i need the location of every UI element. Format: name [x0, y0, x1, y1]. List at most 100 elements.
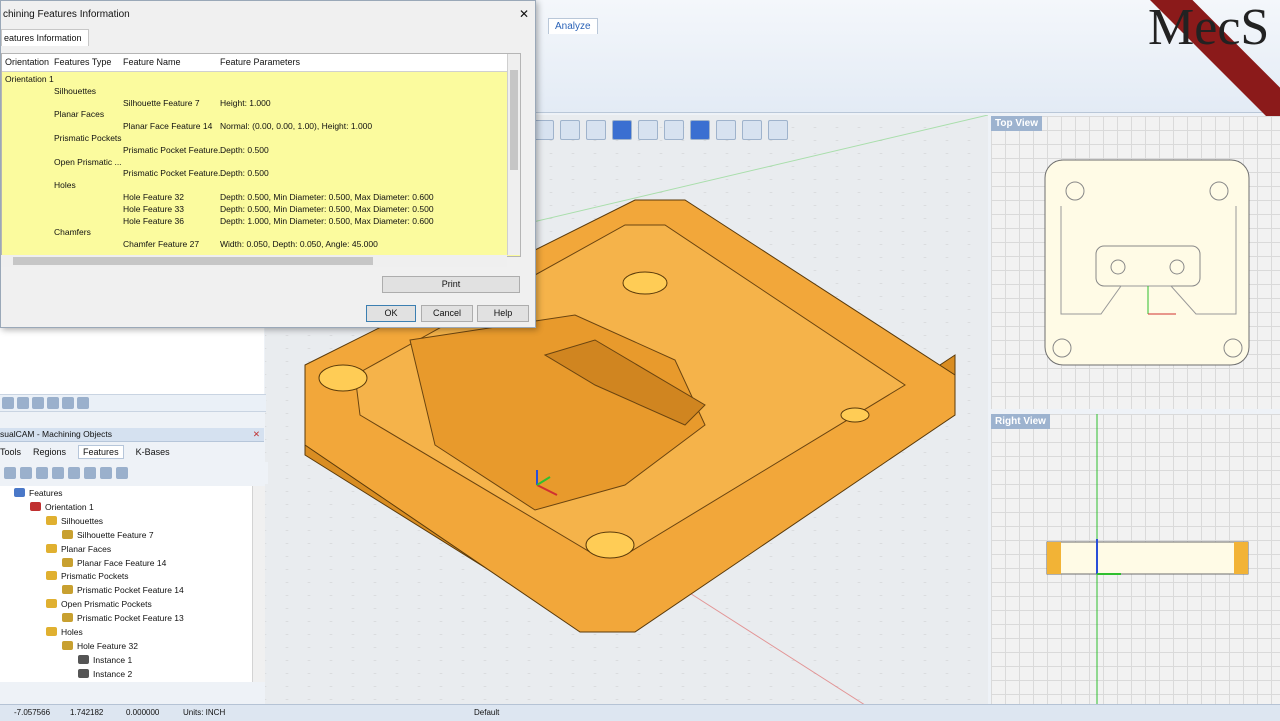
tool-icon-2[interactable] [17, 397, 29, 409]
top-view-panel[interactable]: Top View [991, 116, 1280, 409]
tree-node[interactable]: Holes [46, 627, 83, 637]
features-icon [14, 488, 25, 497]
tree-node[interactable]: Silhouettes [46, 515, 104, 526]
tab-analyze[interactable]: Analyze [548, 18, 598, 34]
coord-z: 0.000000 [126, 708, 160, 717]
grid-cell-name: Chamfer Feature 27 [123, 239, 200, 250]
grid-cell-name: Silhouette Feature 7 [123, 97, 200, 108]
feature-tool-icon-1[interactable] [4, 467, 16, 479]
feature-icon [62, 585, 73, 595]
feature-tool-icon-2[interactable] [20, 467, 32, 479]
tree-node-label: Open Prismatic Pockets [61, 599, 152, 610]
feature-tool-icon-4[interactable] [52, 467, 64, 479]
feature-toolbar [0, 462, 268, 484]
tool-icon-3[interactable] [32, 397, 44, 409]
ok-button[interactable]: OK [366, 305, 416, 322]
help-button[interactable]: Help [477, 305, 529, 322]
feature-tool-icon-3[interactable] [36, 467, 48, 479]
grid-cell-params: Depth: 0.500 [220, 168, 269, 179]
tab-features-information[interactable]: eatures Information [1, 29, 89, 46]
grid-cell-params: Width: 0.050, Depth: 0.050, Angle: 45.00… [220, 239, 378, 250]
logo-text: MecS [1148, 0, 1270, 56]
tree-node-label: Instance 2 [93, 668, 133, 679]
tree-node-label: Prismatic Pocket Feature 14 [77, 585, 184, 596]
zoom-window-icon[interactable] [560, 120, 580, 140]
close-icon[interactable]: ✕ [253, 428, 260, 441]
right-view-panel[interactable]: Right View [991, 414, 1280, 706]
print-button[interactable]: Print [382, 276, 520, 293]
tree-scrollbar[interactable] [252, 486, 265, 682]
layer-select[interactable]: Default [474, 705, 499, 721]
grid-horizontal-scrollbar[interactable] [1, 255, 507, 267]
tree-node[interactable]: Prismatic Pockets [46, 571, 129, 581]
feature-icon [62, 640, 73, 650]
right-view-drawing [1046, 414, 1249, 706]
feature-icon [62, 529, 73, 539]
tree-node[interactable]: Silhouette Feature 7 [62, 529, 154, 540]
grid-cell-params: Normal: (0.00, 0.00, 1.00), Height: 1.00… [220, 121, 373, 132]
grid-cell-name: Prismatic Pocket Feature... [123, 144, 226, 155]
status-bar: -7.057566 1.742182 0.000000 Units: INCH … [0, 704, 1280, 721]
tree-node-label: Silhouette Feature 7 [77, 529, 154, 540]
grid-cell-type: Open Prismatic ... [54, 156, 122, 167]
tree-node[interactable]: Instance 2 [78, 668, 133, 679]
tree-node[interactable]: Prismatic Pocket Feature 13 [62, 613, 184, 623]
features-tree[interactable]: Features Orientation 1 Silhouettes Silhouet… [0, 486, 252, 682]
tool-icon-1[interactable] [2, 397, 14, 409]
tree-node[interactable]: Prismatic Pocket Feature 14 [62, 585, 184, 595]
feature-tool-icon-5[interactable] [68, 467, 80, 479]
folder-icon [46, 599, 57, 609]
grid-cell-orientation: Orientation 1 [5, 74, 54, 84]
tab-features[interactable]: Features [78, 445, 124, 459]
regen-icon[interactable] [742, 120, 762, 140]
feature-tool-icon-7[interactable] [100, 467, 112, 479]
grid-cell-params: Depth: 0.500, Min Diameter: 0.500, Max D… [220, 203, 434, 214]
refresh-icon[interactable] [716, 120, 736, 140]
tree-node[interactable]: Instance 1 [78, 654, 132, 665]
col-features-type[interactable]: Features Type [54, 57, 111, 67]
tree-node[interactable]: Planar Faces [46, 543, 111, 554]
tree-node-label: Prismatic Pocket Feature 13 [77, 613, 184, 624]
tree-node-label: Silhouettes [61, 515, 104, 526]
machining-objects-title: sualCAM - Machining Objects ✕ [0, 428, 264, 442]
grid-vertical-scrollbar[interactable] [507, 54, 520, 255]
tool-icon-4[interactable] [47, 397, 59, 409]
tab-regions[interactable]: Regions [33, 447, 66, 457]
zoom-fit-icon[interactable] [534, 120, 554, 140]
grid-cell-name: Planar Face Feature 14 [123, 121, 213, 132]
tool-icon-6[interactable] [77, 397, 89, 409]
feature-tool-icon-6[interactable] [84, 467, 96, 479]
left-upper-panel [0, 326, 264, 394]
coord-x: -7.057566 [14, 708, 51, 717]
feature-tool-icon-8[interactable] [116, 467, 128, 479]
tree-node[interactable]: Planar Face Feature 14 [62, 557, 166, 568]
grid-cell-type: Holes [54, 180, 76, 191]
tree-node[interactable]: Orientation 1 [30, 501, 94, 512]
grid-cell-type: Prismatic Pockets [54, 133, 122, 143]
folder-icon [46, 543, 57, 553]
tab-k-bases[interactable]: K-Bases [136, 447, 170, 457]
col-feature-name[interactable]: Feature Name [123, 57, 181, 67]
settings-icon[interactable] [768, 120, 788, 140]
tree-node[interactable]: Features [14, 488, 63, 498]
cancel-button[interactable]: Cancel [421, 305, 473, 322]
col-orientation[interactable]: Orientation [5, 57, 49, 67]
front-view-icon[interactable] [612, 120, 632, 140]
tree-node-label: Holes [61, 627, 83, 637]
tree-node[interactable]: Hole Feature 32 [62, 640, 138, 651]
col-feature-parameters[interactable]: Feature Parameters [220, 57, 300, 67]
tab-tools[interactable]: Tools [0, 447, 21, 457]
grid-cell-params: Depth: 0.500, Min Diameter: 0.500, Max D… [220, 192, 434, 202]
rotate-icon[interactable] [586, 120, 606, 140]
close-icon[interactable]: ✕ [519, 7, 529, 21]
instance-icon [78, 654, 89, 664]
top-view-drawing [1044, 159, 1250, 366]
tree-node-label: Hole Feature 32 [77, 640, 138, 651]
home-view-icon[interactable] [664, 120, 684, 140]
feature-icon [62, 557, 73, 567]
shaded-cube-icon[interactable] [690, 120, 710, 140]
tree-node[interactable]: Open Prismatic Pockets [46, 599, 152, 609]
grid-cell-name: Hole Feature 33 [123, 203, 184, 214]
tool-icon-5[interactable] [62, 397, 74, 409]
iso-view-icon[interactable] [638, 120, 658, 140]
